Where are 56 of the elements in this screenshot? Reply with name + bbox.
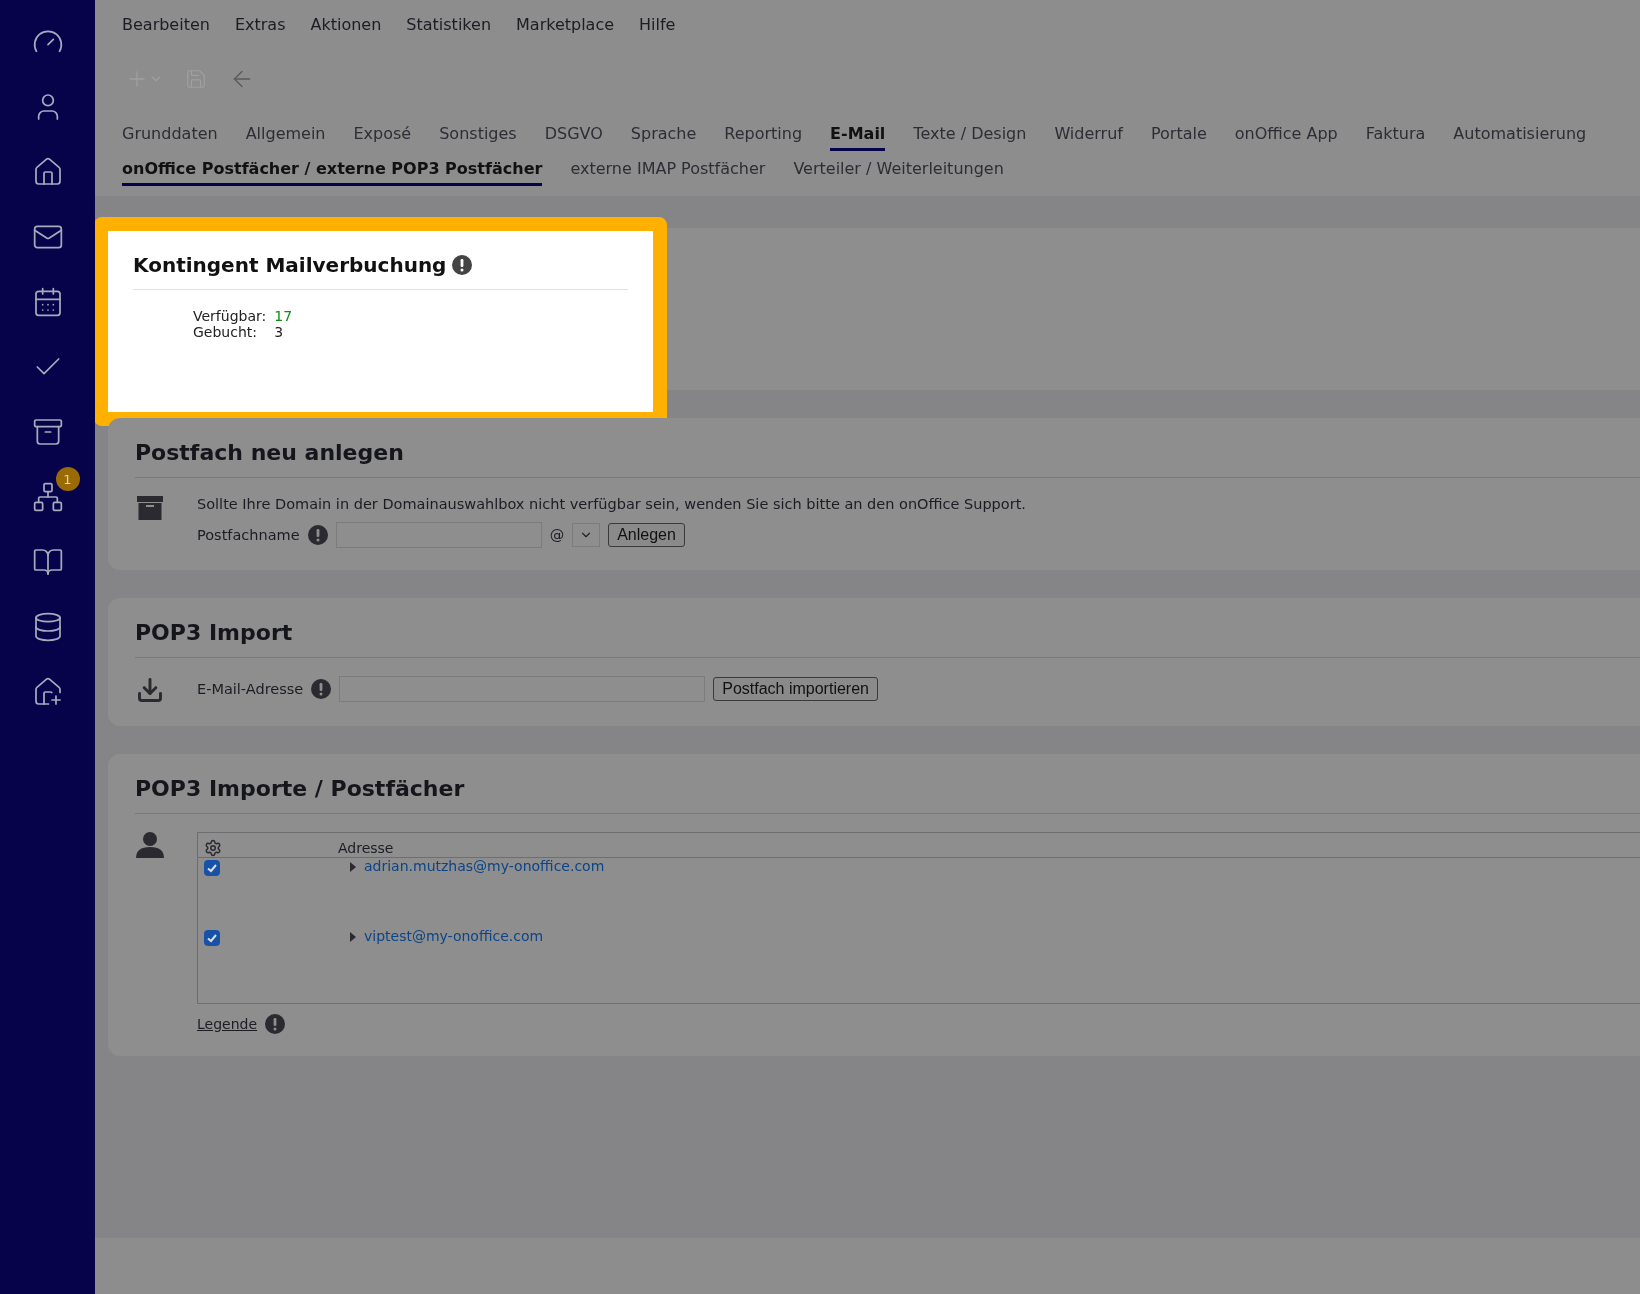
expand-arrow-icon[interactable]	[350, 862, 356, 872]
section-title: POP3 Importe / Postfächer	[135, 776, 1640, 814]
field-label: E-Mail-Adresse	[197, 681, 304, 697]
info-icon[interactable]	[265, 1014, 286, 1034]
tab[interactable]: Allgemein	[245, 124, 326, 151]
at-sign: @	[549, 527, 565, 543]
menu-item[interactable]: Statistiken	[406, 15, 491, 34]
menu-item[interactable]: Hilfe	[639, 15, 676, 34]
tab[interactable]: E-Mail	[830, 124, 886, 151]
field-label: Postfachname	[197, 527, 300, 543]
create-button[interactable]: Anlegen	[608, 523, 685, 547]
network-icon[interactable]	[31, 481, 64, 513]
tab[interactable]: Sonstiges	[439, 124, 517, 151]
file-cabinet-icon[interactable]	[31, 416, 64, 448]
expand-arrow-icon[interactable]	[350, 932, 356, 942]
menu-item[interactable]: Aktionen	[310, 15, 382, 34]
tab[interactable]: Sprache	[630, 124, 697, 151]
notification-badge: 1	[55, 467, 80, 491]
import-button[interactable]: Postfach importieren	[713, 677, 878, 701]
quota-label: Verfügbar:	[193, 308, 267, 324]
checkbox[interactable]	[204, 930, 220, 946]
sub-tab[interactable]: onOffice Postfächer / externe POP3 Postfächer	[122, 159, 543, 186]
sub-tab[interactable]: Verteiler / Weiterleitungen	[793, 159, 1004, 186]
info-icon[interactable]	[311, 679, 332, 699]
legend-link[interactable]: Legende	[197, 1016, 258, 1032]
card-title: Kontingent Mailverbuchung	[133, 253, 447, 277]
menu-item[interactable]: Bearbeiten	[122, 15, 210, 34]
download-tray-icon	[136, 676, 164, 704]
tab[interactable]: Texte / Design	[913, 124, 1027, 151]
section-title: POP3 Import	[135, 620, 1640, 658]
sub-tab[interactable]: externe IMAP Postfächer	[570, 159, 766, 186]
notice-text: Sollte Ihre Domain in der Domainauswahlbox nicht verfügbar sein, wenden Sie sich bitte an den onOffice Support.	[197, 496, 1027, 512]
tab[interactable]: Portale	[1150, 124, 1207, 151]
tab[interactable]: DSGVO	[544, 124, 603, 151]
email-link[interactable]: viptest@my-onoffice.com	[364, 928, 544, 944]
tab[interactable]: Faktura	[1365, 124, 1426, 151]
tab[interactable]: Grunddaten	[122, 124, 218, 151]
person-icon	[135, 832, 165, 858]
quota-label: Gebucht:	[193, 324, 258, 340]
tab[interactable]: Exposé	[353, 124, 412, 151]
quota-value: 17	[274, 308, 293, 324]
tab[interactable]: Reporting	[724, 124, 803, 151]
tab[interactable]: Automatisierung	[1453, 124, 1587, 151]
section-title: Postfach neu anlegen	[135, 440, 1640, 478]
tab[interactable]: onOffice App	[1234, 124, 1338, 151]
quota-value: 3	[274, 324, 285, 340]
email-link[interactable]: adrian.mutzhas@my-onoffice.com	[364, 858, 605, 874]
menu-item[interactable]: Extras	[234, 15, 286, 34]
info-icon[interactable]	[452, 255, 473, 275]
menu-item[interactable]: Marketplace	[516, 15, 615, 34]
checkbox[interactable]	[204, 860, 220, 876]
column-header: Adresse	[338, 840, 394, 857]
book-icon[interactable]	[31, 546, 64, 578]
tab[interactable]: Widerruf	[1054, 124, 1123, 151]
archive-box-icon	[137, 496, 163, 520]
info-icon[interactable]	[307, 525, 328, 545]
